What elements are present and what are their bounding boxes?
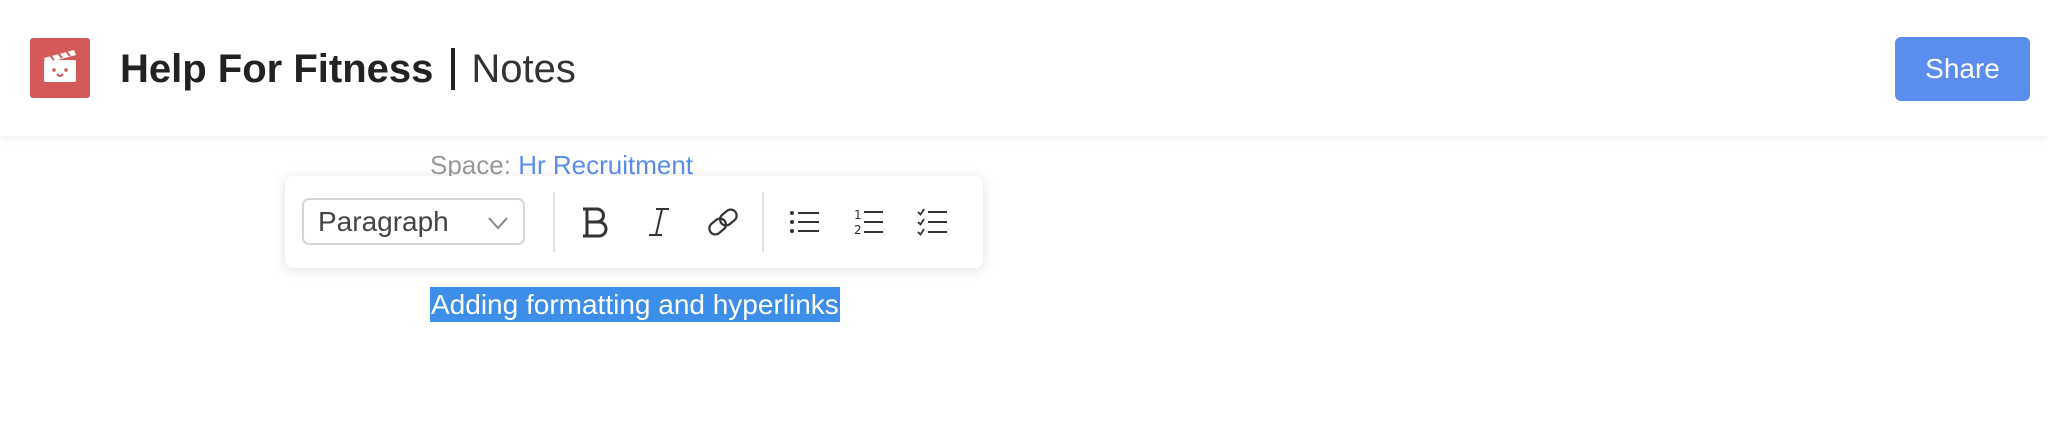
link-button[interactable] (703, 202, 743, 242)
bold-icon (583, 207, 608, 238)
italic-icon (649, 208, 669, 236)
bulleted-list-button[interactable] (785, 202, 825, 242)
title-divider (451, 48, 456, 90)
page-title: Help For Fitness Notes (120, 44, 576, 94)
app-logo-icon (44, 50, 76, 82)
block-format-select[interactable]: Paragraph (302, 198, 525, 245)
toolbar-divider (553, 192, 555, 252)
chevron-down-icon (488, 217, 508, 230)
bold-button[interactable] (575, 202, 615, 242)
numbered-list-icon: 1 2 (854, 208, 883, 237)
selected-text[interactable]: Adding formatting and hyperlinks (430, 287, 840, 322)
editor-content[interactable]: Adding formatting and hyperlinks (430, 284, 840, 325)
checklist-button[interactable] (913, 202, 953, 242)
formatting-toolbar: Paragraph 1 2 (285, 176, 983, 268)
share-button[interactable]: Share (1895, 37, 2030, 101)
link-icon (708, 208, 738, 236)
italic-button[interactable] (639, 202, 679, 242)
svg-text:1: 1 (854, 208, 862, 222)
app-header: Help For Fitness Notes Share (0, 0, 2048, 136)
checklist-icon (917, 208, 947, 236)
toolbar-divider (762, 192, 764, 252)
app-logo[interactable] (30, 38, 90, 98)
block-format-value: Paragraph (318, 206, 449, 237)
section-name: Notes (471, 46, 576, 91)
svg-text:2: 2 (854, 223, 862, 237)
bulleted-list-icon (790, 211, 819, 233)
app-name: Help For Fitness (120, 46, 434, 91)
numbered-list-button[interactable]: 1 2 (849, 202, 889, 242)
